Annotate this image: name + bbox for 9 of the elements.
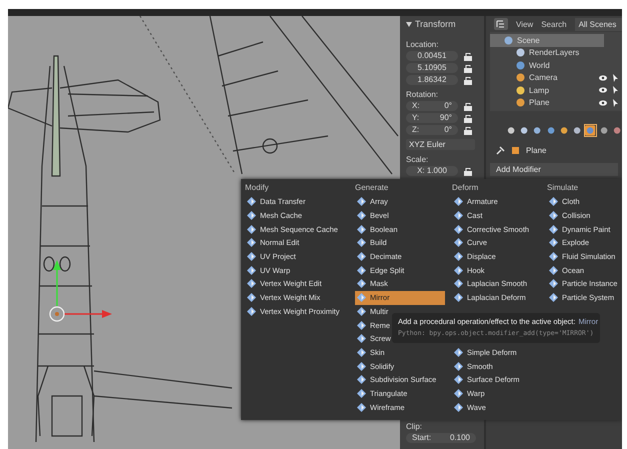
clip-label: Clip: — [406, 422, 424, 431]
menu-column-title: Modify — [245, 183, 270, 194]
rotation-label: Rotation: — [406, 90, 440, 99]
context-object-name: Plane — [526, 146, 546, 155]
location-label: Location: — [406, 40, 440, 49]
scale-label: Scale: — [406, 155, 430, 164]
menu-column-title: Generate — [355, 183, 390, 194]
menu-column-title: Deform — [452, 183, 480, 194]
menu-column-title: Simulate — [547, 183, 580, 194]
